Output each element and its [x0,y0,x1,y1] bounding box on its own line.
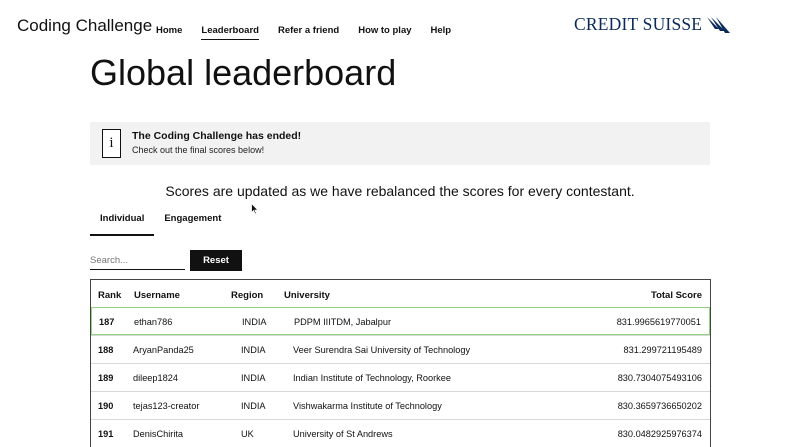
rank-cell: 190 [98,401,114,411]
table-row[interactable]: 191 DenisChirita UK University of St And… [91,419,710,447]
logo-text: CREDIT SUISSE [574,14,703,34]
score-cell: 831.9965619770051 [616,317,701,327]
university-cell: Indian Institute of Technology, Roorkee [293,373,451,383]
main-nav: Home Leaderboard Refer a friend How to p… [156,25,470,40]
header-university[interactable]: University [284,290,330,301]
username-cell: DenisChirita [133,429,184,439]
header-username[interactable]: Username [134,290,180,301]
top-bar: Coding Challenge Home Leaderboard Refer … [0,0,800,44]
credit-suisse-logo[interactable]: CREDIT SUISSE [574,14,731,35]
table-row[interactable]: 190 tejas123-creator INDIA Vishwakarma I… [91,391,710,419]
table-row[interactable]: 189 dileep1824 INDIA Indian Institute of… [91,363,710,391]
score-cell: 830.0482925976374 [617,429,702,439]
scores-update-text: Scores are updated as we have rebalanced… [165,183,635,199]
rank-cell: 187 [99,317,115,327]
username-cell: ethan786 [134,317,173,327]
score-cell: 830.7304075493106 [617,373,702,383]
tab-individual[interactable]: Individual [90,212,155,236]
nav-home[interactable]: Home [156,25,182,40]
rank-cell: 188 [98,345,114,355]
tab-engagement[interactable]: Engagement [154,212,231,236]
username-cell: AryanPanda25 [133,345,194,355]
rank-cell: 189 [98,373,114,383]
table-header: Rank Username Region University Total Sc… [91,280,710,307]
search-input[interactable] [90,251,185,270]
region-cell: UK [241,429,254,439]
leaderboard-tabs: Individual Engagement [90,212,231,236]
nav-refer-a-friend[interactable]: Refer a friend [278,25,339,40]
challenge-ended-notice: i The Coding Challenge has ended! Check … [90,122,710,165]
nav-help[interactable]: Help [431,25,452,40]
sails-logo-icon [707,16,731,33]
username-cell: dileep1824 [133,373,178,383]
page-title: Global leaderboard [90,52,397,93]
notice-title: The Coding Challenge has ended! [132,130,302,142]
header-rank[interactable]: Rank [98,290,121,301]
notice-subtitle: Check out the final scores below! [132,145,265,155]
table-row[interactable]: 188 AryanPanda25 INDIA Veer Surendra Sai… [91,335,710,363]
university-cell: Veer Surendra Sai University of Technolo… [293,345,471,355]
score-cell: 831.299721195489 [623,345,702,355]
leaderboard-table: Rank Username Region University Total Sc… [90,279,711,447]
header-region[interactable]: Region [231,290,263,301]
region-cell: INDIA [241,373,266,383]
nav-how-to-play[interactable]: How to play [358,25,411,40]
region-cell: INDIA [241,345,266,355]
region-cell: INDIA [241,401,266,411]
header-total-score[interactable]: Total Score [651,290,702,301]
score-cell: 830.3659736650202 [617,401,702,411]
brand-title[interactable]: Coding Challenge [17,16,152,36]
table-row[interactable]: 187 ethan786 INDIA PDPM IIITDM, Jabalpur… [91,307,710,335]
info-icon: i [102,129,121,158]
university-cell: Vishwakarma Institute of Technology [293,401,442,411]
reset-button[interactable]: Reset [190,250,242,271]
university-cell: PDPM IIITDM, Jabalpur [294,317,392,327]
nav-leaderboard[interactable]: Leaderboard [201,25,259,40]
rank-cell: 191 [98,429,114,439]
username-cell: tejas123-creator [133,401,200,411]
mouse-pointer-icon [251,203,259,215]
university-cell: University of St Andrews [293,429,393,439]
scores-update-message: Scores are updated as we have rebalanced… [0,183,800,199]
region-cell: INDIA [242,317,267,327]
